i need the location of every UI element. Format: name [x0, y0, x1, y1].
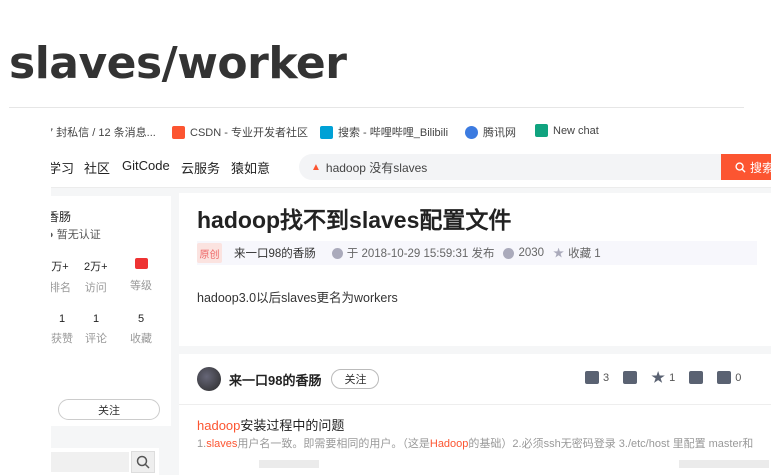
profile-cert: ● 暂无认证	[51, 226, 101, 242]
stat-visits: 2万+ 访问	[84, 261, 108, 294]
bookmark-label: CSDN - 专业开发者社区	[190, 127, 308, 139]
bookmark-tencent[interactable]: 腾讯网	[465, 124, 516, 140]
profile-name: 香肠	[51, 210, 72, 224]
article-body: hadoop3.0以后slaves更名为workers	[197, 291, 398, 305]
thumbs-down-icon	[623, 371, 638, 384]
star-icon	[553, 247, 564, 258]
star-icon	[651, 371, 665, 383]
nav-item-gitcode[interactable]: GitCode	[122, 158, 170, 173]
article-footer-bar: 来一口98的香肠 关注 3 1 0	[197, 364, 767, 394]
avatar[interactable]	[197, 367, 221, 391]
original-badge: 原创	[197, 243, 222, 263]
bookmark-new-chat[interactable]: New chat	[535, 124, 599, 137]
bookmark-label: 腾讯网	[483, 127, 516, 139]
thumbs-up-icon	[585, 371, 599, 384]
bookmark-zhihu[interactable]: 7 封私信 / 12 条消息...	[51, 124, 156, 140]
section-divider	[179, 346, 771, 354]
related-article-date	[679, 460, 769, 468]
article-card: hadoop找不到slaves配置文件 原创 来一口98的香肠 于 2018-1…	[179, 193, 771, 475]
heading-divider	[9, 107, 744, 108]
clock-icon	[331, 247, 343, 259]
nav-item-community[interactable]: 社区	[84, 158, 110, 177]
stat-likes: 1 获赞	[51, 313, 73, 345]
footer-follow-button[interactable]: 关注	[331, 369, 380, 389]
bookmark-csdn[interactable]: CSDN - 专业开发者社区	[172, 124, 308, 140]
bilibili-icon	[320, 125, 333, 139]
footer-author[interactable]: 来一口98的香肠	[229, 370, 321, 389]
like-button[interactable]: 3	[585, 371, 609, 384]
bookmark-bilibili[interactable]: 搜索 - 哔哩哔哩_Bilibili	[320, 124, 448, 140]
site-nav: 学习 社区 GitCode 云服务 猿如意 ▲ hadoop 没有slaves …	[51, 144, 771, 188]
bookmark-label: New chat	[553, 124, 599, 137]
meta-published: 于 2018-10-29 15:59:31 发布	[331, 245, 494, 261]
bookmarks-bar: 7 封私信 / 12 条消息... CSDN - 专业开发者社区 搜索 - 哔哩…	[51, 118, 771, 144]
related-article-title[interactable]: hadoop安装过程中的问题	[197, 415, 344, 434]
article-toolbar: 3 1 0	[585, 371, 755, 384]
chatgpt-icon	[535, 124, 548, 137]
profile-follow-button[interactable]: 关注	[58, 399, 160, 420]
nav-item-cloud[interactable]: 云服务	[181, 158, 220, 177]
hot-flame-icon: ▲	[311, 161, 321, 173]
favorite-button[interactable]: 1	[651, 371, 675, 384]
sidebar-search-input[interactable]	[51, 452, 129, 472]
sidebar-search	[51, 448, 159, 475]
embedded-screenshot: 7 封私信 / 12 条消息... CSDN - 专业开发者社区 搜索 - 哔哩…	[51, 118, 771, 475]
comment-button[interactable]: 0	[717, 371, 741, 384]
related-article-next[interactable]	[259, 460, 319, 468]
search-icon	[735, 161, 746, 173]
article-title: hadoop找不到slaves配置文件	[197, 207, 512, 233]
stat-level[interactable]: 等级	[130, 258, 152, 293]
stat-rank: 万+ 排名	[51, 261, 71, 294]
tencent-icon	[465, 125, 478, 139]
article-meta: 原创 来一口98的香肠 于 2018-10-29 15:59:31 发布 203…	[197, 241, 757, 265]
level-icon	[130, 258, 152, 272]
comment-icon	[717, 371, 732, 384]
sidebar-search-button[interactable]	[131, 451, 155, 473]
eye-icon	[503, 247, 515, 259]
meta-views: 2030	[503, 247, 544, 259]
related-divider	[179, 404, 771, 405]
search-input[interactable]: ▲ hadoop 没有slaves	[299, 154, 723, 180]
csdn-icon	[172, 125, 185, 139]
bookmark-label: 搜索 - 哔哩哔哩_Bilibili	[338, 127, 449, 139]
page-title: slaves/worker	[9, 38, 347, 89]
related-article-desc: 1.slaves用户名一致。即需要相同的用户。（这是Hadoop的基础）2.必须…	[197, 438, 754, 450]
nav-item-study[interactable]: 学习	[51, 158, 74, 177]
yen-icon	[689, 371, 704, 384]
stat-comments: 1 评论	[85, 313, 107, 345]
dislike-button[interactable]	[623, 371, 638, 384]
search-query: hadoop 没有slaves	[325, 160, 428, 175]
reward-button[interactable]	[689, 371, 704, 384]
bookmark-label: 7 封私信 / 12 条消息...	[51, 127, 156, 139]
meta-author[interactable]: 来一口98的香肠	[234, 245, 316, 261]
author-profile-card: 香肠 ● 暂无认证 万+ 排名 2万+ 访问 等级 1 获赞 1 评论 5 收藏…	[51, 196, 171, 426]
nav-item-yuanruyi[interactable]: 猿如意	[231, 158, 270, 177]
stat-favorites: 5 收藏	[130, 313, 152, 345]
search-icon	[136, 455, 150, 469]
search-button[interactable]: 搜索	[721, 154, 771, 180]
meta-favorites[interactable]: 收藏 1	[553, 245, 601, 261]
search-button-label: 搜索	[750, 160, 771, 175]
